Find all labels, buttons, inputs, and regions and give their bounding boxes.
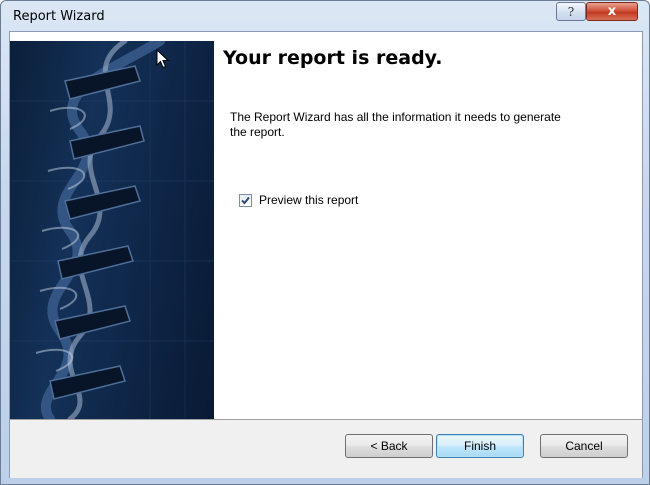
dna-helix-graphic	[10, 41, 214, 419]
window-title: Report Wizard	[13, 9, 105, 24]
wizard-main-panel: Your report is ready. The Report Wizard …	[214, 32, 642, 419]
description-text: The Report Wizard has all the informatio…	[230, 110, 561, 139]
button-bar: < Back Finish Cancel	[10, 419, 642, 478]
help-icon: ?	[567, 4, 575, 19]
page-title: Your report is ready.	[223, 47, 443, 69]
mouse-pointer-icon	[156, 49, 170, 69]
preview-report-label: Preview this report	[259, 193, 359, 207]
cancel-button[interactable]: Cancel	[540, 434, 628, 458]
preview-report-option[interactable]: Preview this report	[239, 193, 358, 207]
help-button[interactable]: ?	[556, 2, 586, 21]
finish-button[interactable]: Finish	[436, 434, 524, 458]
report-wizard-window: Report Wizard ? x Your report is ready. …	[0, 0, 650, 485]
dna-helix-image	[10, 41, 214, 419]
back-button[interactable]: < Back	[345, 434, 433, 458]
preview-report-checkbox[interactable]	[239, 193, 252, 207]
close-button[interactable]: x	[586, 2, 638, 21]
checkmark-icon	[241, 196, 250, 204]
close-icon: x	[607, 4, 617, 19]
title-bar[interactable]: Report Wizard ? x	[1, 1, 649, 31]
wizard-client-area: Your report is ready. The Report Wizard …	[9, 31, 643, 478]
